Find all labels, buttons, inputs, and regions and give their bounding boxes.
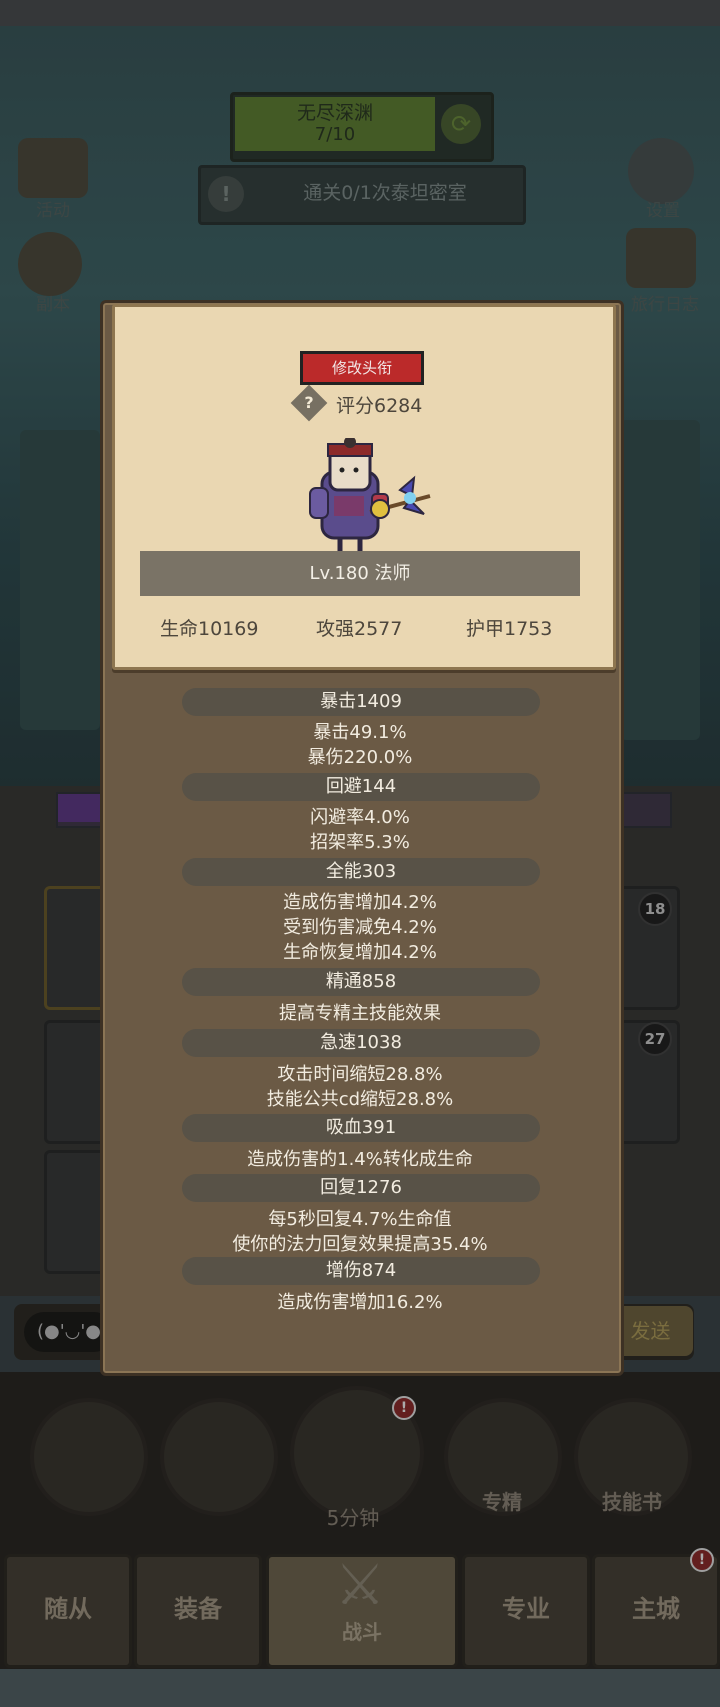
stat-header-regen: 回复1276 (320, 1177, 402, 1198)
mage-character-sprite (309, 438, 431, 552)
stat-line: 招架率5.3% (310, 832, 410, 853)
stat-line: 造成伤害的1.4%转化成生命 (247, 1149, 473, 1170)
stat-line: 造成伤害增加4.2% (283, 892, 437, 913)
score-value: 评分6284 (336, 395, 423, 417)
hp-stat: 生命10169 (160, 618, 259, 640)
stat-line: 生命恢复增加4.2% (283, 942, 437, 963)
help-icon-glyph: ? (304, 393, 314, 412)
stat-line: 造成伤害增加16.2% (277, 1292, 443, 1313)
stat-line: 受到伤害减免4.2% (283, 917, 437, 938)
stat-line: 技能公共cd缩短28.8% (266, 1089, 454, 1110)
stat-header-damage-bonus: 增伤874 (325, 1260, 397, 1281)
stat-header-haste: 急速1038 (320, 1032, 402, 1053)
stat-line: 每5秒回复4.7%生命值 (268, 1209, 452, 1230)
rename-title-button[interactable]: 修改头衔 (300, 351, 424, 385)
stat-line: 闪避率4.0% (310, 807, 410, 828)
armor-stat: 护甲1753 (466, 618, 553, 640)
stat-header-avoidance: 回避144 (325, 776, 397, 797)
stat-line: 暴击49.1% (313, 722, 407, 743)
stat-line: 使你的法力回复效果提高35.4% (232, 1234, 488, 1255)
stat-line: 暴伤220.0% (307, 747, 413, 768)
stat-header-versatility: 全能303 (325, 861, 397, 882)
stat-header-leech: 吸血391 (325, 1117, 397, 1138)
level-class-label: Lv.180 法师 (309, 563, 411, 584)
stat-line: 攻击时间缩短28.8% (277, 1064, 443, 1085)
stat-header-mastery: 精通858 (325, 971, 397, 992)
attack-stat: 攻强2577 (316, 618, 403, 640)
stat-header-crit: 暴击1409 (320, 691, 402, 712)
stat-line: 提高专精主技能效果 (279, 1003, 441, 1024)
